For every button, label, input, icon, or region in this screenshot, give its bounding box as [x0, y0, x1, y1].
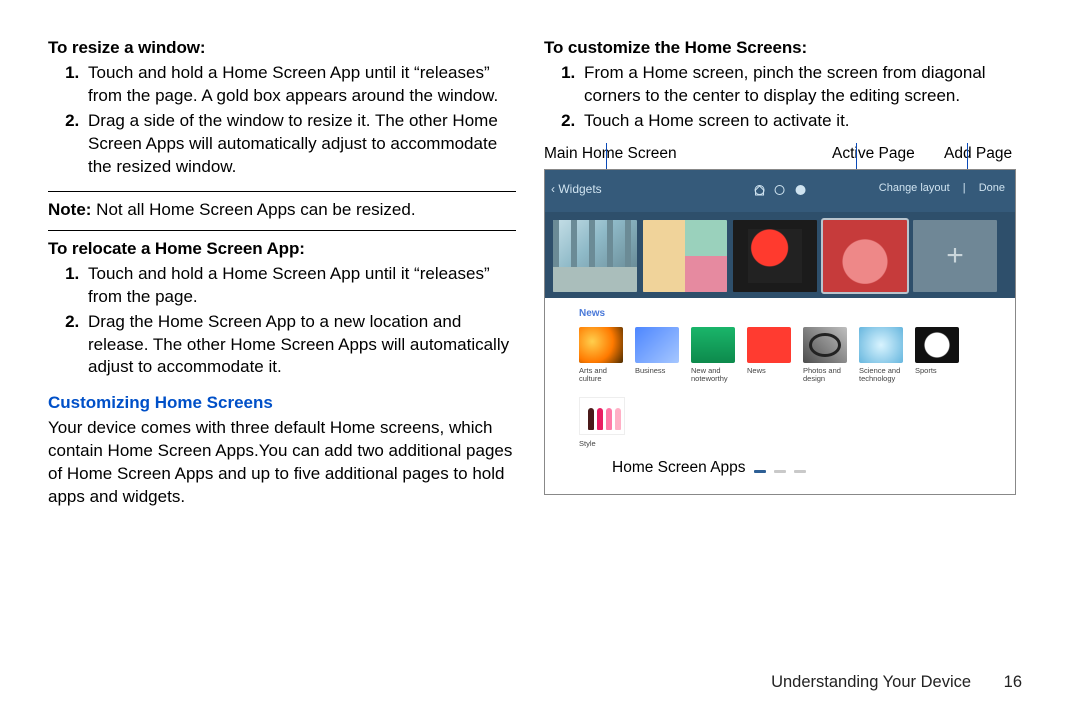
pager-pill: [794, 470, 806, 473]
category-item: Science and technology: [859, 327, 903, 384]
category-item: Photos and design: [803, 327, 847, 384]
category-item: Business: [635, 327, 679, 384]
resize-steps: Touch and hold a Home Screen App until i…: [48, 62, 516, 179]
label-active-page: Active Page: [832, 145, 915, 163]
figure: Main Home Screen Active Page Add Page ‹ …: [544, 145, 1016, 496]
list-item: Touch and hold a Home Screen App until i…: [84, 62, 516, 108]
change-layout-label: Change layout: [879, 182, 950, 194]
page-number: 16: [1004, 673, 1022, 692]
category-swatch: [859, 327, 903, 363]
category-swatch: [747, 327, 791, 363]
label-home-screen-apps: Home Screen Apps: [612, 459, 746, 477]
plus-icon: +: [946, 239, 964, 273]
thumb-active-page: [823, 220, 907, 292]
lipstick-icon: [615, 408, 621, 430]
section-title: Customizing Home Screens: [48, 393, 516, 413]
dot-active-icon: [795, 185, 805, 195]
label-main-home-screen: Main Home Screen: [544, 145, 677, 163]
divider-vert: |: [963, 182, 966, 194]
note-text: Not all Home Screen Apps can be resized.: [91, 200, 415, 219]
section-body: Your device comes with three default Hom…: [48, 417, 516, 509]
category-item: Arts and culture: [579, 327, 623, 384]
lipstick-icon: [606, 408, 612, 430]
device-screenshot: ‹ Widgets Change layout | Done: [544, 169, 1016, 496]
category-item: Sports: [915, 327, 959, 384]
heading-customize: To customize the Home Screens:: [544, 38, 1028, 58]
bar-actions: Change layout | Done: [869, 182, 1005, 194]
figure-top-labels: Main Home Screen Active Page Add Page: [544, 145, 1016, 169]
widgets-bar: ‹ Widgets Change layout | Done: [545, 170, 1015, 212]
lipstick-icon: [597, 408, 603, 430]
category-item: New and noteworthy: [691, 327, 735, 384]
heading-relocate: To relocate a Home Screen App:: [48, 239, 516, 259]
heading-resize: To resize a window:: [48, 38, 516, 58]
thumb-add-page: +: [913, 220, 997, 292]
label-add-page: Add Page: [944, 145, 1012, 163]
style-swatch: [579, 397, 625, 435]
divider: [48, 230, 516, 231]
chapter-title: Understanding Your Device: [771, 673, 971, 691]
back-widgets: ‹ Widgets: [551, 182, 602, 196]
category-label: Sports: [915, 367, 959, 375]
home-dot-icon: [755, 185, 765, 195]
divider: [48, 191, 516, 192]
lipstick-icon: [588, 408, 594, 430]
thumb-page: [643, 220, 727, 292]
list-item: From a Home screen, pinch the screen fro…: [580, 62, 1028, 108]
page-footer: Understanding Your Device 16: [771, 673, 1022, 692]
category-label: Photos and design: [803, 367, 847, 384]
pager-pill-active: [754, 470, 766, 473]
page-indicator: [752, 182, 809, 200]
list-item: Touch a Home screen to activate it.: [580, 110, 1028, 133]
category-swatch: [803, 327, 847, 363]
note: Note: Not all Home Screen Apps can be re…: [48, 200, 516, 220]
category-label: New and noteworthy: [691, 367, 735, 384]
news-heading: News: [579, 308, 1005, 319]
category-swatch: [579, 327, 623, 363]
home-thumbnails: +: [545, 212, 1015, 298]
category-label: Science and technology: [859, 367, 903, 384]
category-label: Business: [635, 367, 679, 375]
customize-steps: From a Home screen, pinch the screen fro…: [544, 62, 1028, 133]
done-label: Done: [979, 182, 1005, 194]
thumb-main-home: [553, 220, 637, 292]
style-row: [579, 397, 1005, 435]
category-swatch: [691, 327, 735, 363]
list-item: Drag a side of the window to resize it. …: [84, 110, 516, 179]
category-label: News: [747, 367, 791, 375]
relocate-steps: Touch and hold a Home Screen App until i…: [48, 263, 516, 380]
category-swatch: [915, 327, 959, 363]
pager-pill: [774, 470, 786, 473]
list-item: Touch and hold a Home Screen App until i…: [84, 263, 516, 309]
thumb-page: [733, 220, 817, 292]
category-item: News: [747, 327, 791, 384]
list-item: Drag the Home Screen App to a new locati…: [84, 311, 516, 380]
category-label: Arts and culture: [579, 367, 623, 384]
category-row: Arts and culture Business New and notewo…: [579, 327, 1005, 384]
style-label: Style: [579, 439, 1005, 448]
note-label: Note:: [48, 200, 91, 219]
category-swatch: [635, 327, 679, 363]
dot-icon: [775, 185, 785, 195]
